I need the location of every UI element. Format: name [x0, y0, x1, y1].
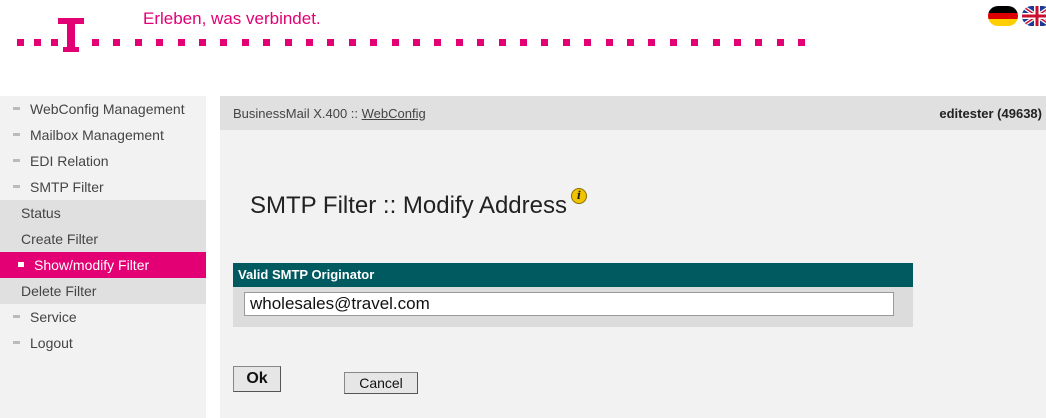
sidebar-item-label: SMTP Filter — [30, 179, 104, 195]
bullet-icon — [13, 315, 20, 318]
info-icon[interactable]: i — [570, 188, 587, 204]
brand-dot — [392, 39, 399, 46]
originator-panel: Valid SMTP Originator — [233, 263, 913, 327]
sidebar-item-smtp-filter[interactable]: SMTP Filter — [0, 174, 206, 200]
sidebar-item-label: Mailbox Management — [30, 127, 164, 143]
sidebar-subitem-delete-filter[interactable]: Delete Filter — [0, 278, 206, 304]
sidebar-subitem-create-filter[interactable]: Create Filter — [0, 226, 206, 252]
brand-dot — [92, 39, 99, 46]
brand-dot — [263, 39, 270, 46]
sidebar-item-label: Delete Filter — [21, 283, 97, 299]
sidebar-item-webconfig-management[interactable]: WebConfig Management — [0, 96, 206, 122]
sidebar-item-label: Status — [21, 205, 61, 221]
bullet-icon — [13, 133, 20, 136]
brand-dot — [413, 39, 420, 46]
brand-dot — [349, 39, 356, 46]
sidebar-item-label: EDI Relation — [30, 153, 109, 169]
brand-dot — [135, 39, 142, 46]
brand-dot — [178, 39, 185, 46]
bullet-icon — [13, 341, 20, 344]
sidebar-nav: WebConfig Management Mailbox Management … — [0, 96, 206, 418]
smtp-originator-input[interactable] — [244, 292, 894, 316]
brand-dot — [499, 39, 506, 46]
brand-dot — [34, 39, 41, 46]
sidebar-item-label: Service — [30, 309, 77, 325]
breadcrumb-prefix: BusinessMail X.400 :: — [233, 106, 362, 121]
brand-dot — [327, 39, 334, 46]
page-title-wrap: SMTP Filter :: Modify Address i — [250, 188, 587, 220]
brand-dot — [584, 39, 591, 46]
brand-dot — [691, 39, 698, 46]
sidebar-item-label: Create Filter — [21, 231, 99, 247]
brand-dot — [370, 39, 377, 46]
brand-dot — [670, 39, 677, 46]
bullet-icon — [18, 262, 24, 267]
german-flag-icon[interactable] — [988, 6, 1018, 26]
t-logo-icon[interactable] — [58, 18, 84, 52]
brand-dot — [199, 39, 206, 46]
brand-dot — [606, 39, 613, 46]
brand-dot — [520, 39, 527, 46]
brand-dot — [563, 39, 570, 46]
brand-dot — [627, 39, 634, 46]
uk-flag-icon[interactable] — [1022, 6, 1046, 26]
brand-dot — [456, 39, 463, 46]
brand-dot — [156, 39, 163, 46]
sidebar-item-edi-relation[interactable]: EDI Relation — [0, 148, 206, 174]
header: Erleben, was verbindet. — [0, 0, 900, 60]
bullet-icon — [13, 107, 20, 110]
brand-dot — [113, 39, 120, 46]
breadcrumb-link-webconfig[interactable]: WebConfig — [362, 106, 426, 121]
breadcrumb: BusinessMail X.400 :: WebConfig — [233, 106, 426, 121]
main-content: BusinessMail X.400 :: WebConfig editeste… — [220, 96, 1046, 418]
sidebar-item-label: WebConfig Management — [30, 101, 185, 117]
tagline: Erleben, was verbindet. — [143, 9, 321, 28]
page-title: SMTP Filter :: Modify Address — [250, 192, 567, 219]
brand-dot — [306, 39, 313, 46]
brand-dot — [755, 39, 762, 46]
brand-dot — [285, 39, 292, 46]
brand-dot — [777, 39, 784, 46]
sidebar-subitem-status[interactable]: Status — [0, 200, 206, 226]
brand-dot — [798, 39, 805, 46]
sidebar-item-label: Show/modify Filter — [34, 257, 150, 273]
brand-dot — [713, 39, 720, 46]
brand-dot — [477, 39, 484, 46]
brand-dot — [434, 39, 441, 46]
sidebar-item-logout[interactable]: Logout — [0, 330, 206, 356]
brand-dot — [734, 39, 741, 46]
brand-dot — [17, 39, 24, 46]
brand-dot — [220, 39, 227, 46]
bullet-icon — [13, 159, 20, 162]
sidebar-subitem-show-modify-filter[interactable]: Show/modify Filter — [0, 252, 206, 278]
bullet-icon — [13, 185, 20, 188]
brand-dot — [242, 39, 249, 46]
brand-dot — [51, 39, 58, 46]
ok-button[interactable]: Ok — [233, 366, 281, 392]
user-label: editester (49638) — [939, 106, 1042, 121]
originator-label: Valid SMTP Originator — [233, 263, 913, 287]
cancel-button[interactable]: Cancel — [344, 372, 418, 394]
sidebar-item-label: Logout — [30, 335, 73, 351]
brand-dot — [541, 39, 548, 46]
brand-dot — [648, 39, 655, 46]
sidebar-item-service[interactable]: Service — [0, 304, 206, 330]
breadcrumb-bar: BusinessMail X.400 :: WebConfig editeste… — [220, 96, 1046, 130]
sidebar-item-mailbox-management[interactable]: Mailbox Management — [0, 122, 206, 148]
